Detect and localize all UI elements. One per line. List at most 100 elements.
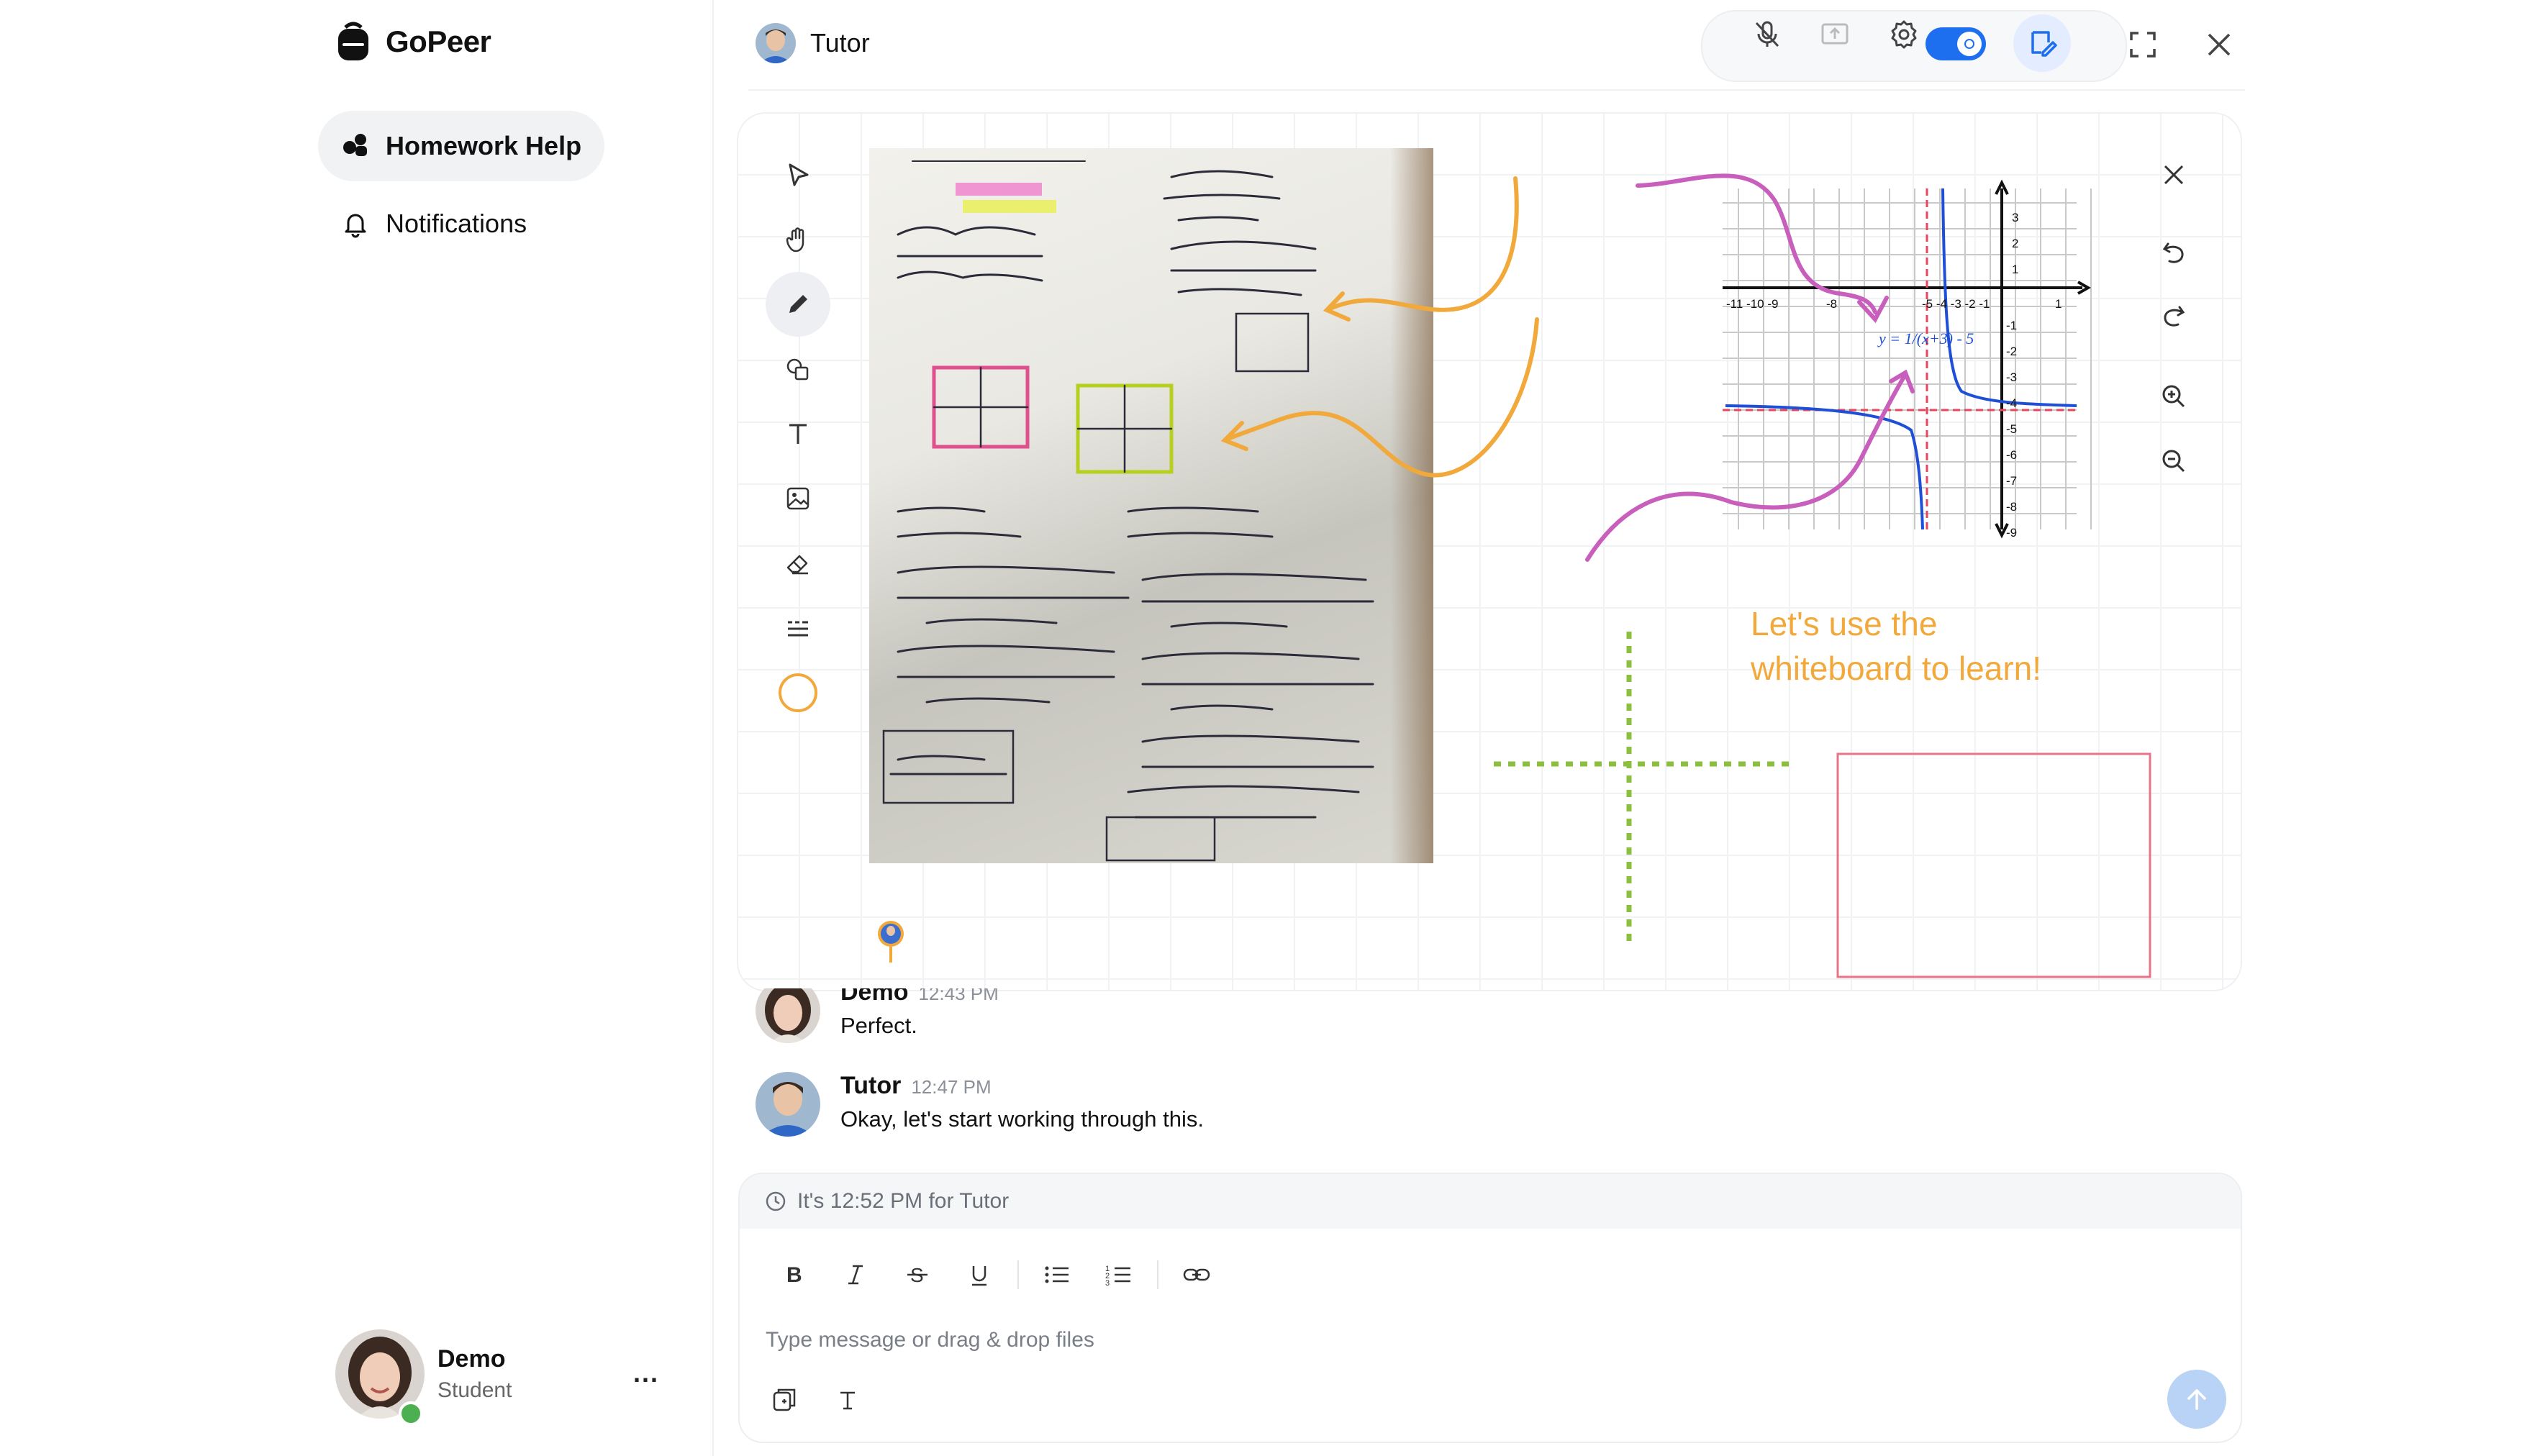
eraser-tool[interactable] — [766, 531, 830, 596]
toolbar-divider — [1157, 1260, 1158, 1289]
hand-pan-icon — [786, 227, 804, 252]
attach-file-icon — [773, 1388, 796, 1411]
toolbar-divider — [1017, 1260, 1019, 1289]
more-options-button[interactable]: ... — [633, 1358, 659, 1388]
close-session-button[interactable] — [2199, 24, 2239, 65]
image-tool[interactable] — [766, 466, 830, 531]
strikethrough-button[interactable]: S — [886, 1246, 948, 1303]
chat-bubbles-icon — [343, 134, 367, 156]
pencil-icon — [789, 295, 807, 313]
color-picker-tool[interactable] — [766, 660, 830, 725]
user-profile[interactable]: Demo Student ... — [335, 1329, 681, 1426]
svg-text:-9: -9 — [2006, 526, 2017, 540]
zoom-in-icon — [2162, 385, 2185, 408]
bold-icon: B — [786, 1263, 802, 1287]
share-screen-button[interactable] — [1816, 16, 1854, 53]
app-logo[interactable]: GoPeer — [335, 22, 491, 62]
message-text: Okay, let's start working through this. — [840, 1106, 1204, 1132]
message-input[interactable] — [764, 1318, 2134, 1362]
whiteboard-icon — [2031, 31, 2057, 57]
text-format-icon — [840, 1391, 855, 1410]
svg-text:2: 2 — [2012, 237, 2018, 250]
italic-button[interactable] — [825, 1246, 886, 1303]
tutor-chip[interactable]: Tutor — [756, 23, 870, 63]
bullet-list-icon — [1045, 1266, 1069, 1283]
sidebar-item-label: Homework Help — [386, 131, 582, 160]
svg-text:-6: -6 — [2006, 448, 2017, 462]
whiteboard-canvas[interactable]: y = 1/(x+3) - 5 -11 -10 -9 -8 -5 -4 -3 -2 … — [737, 112, 2242, 991]
shapes-tool[interactable] — [766, 337, 830, 401]
whiteboard-button[interactable] — [2013, 14, 2071, 72]
backpack-logo-icon — [338, 22, 368, 60]
bullet-list-button[interactable] — [1026, 1246, 1088, 1303]
send-button[interactable] — [2167, 1370, 2226, 1429]
tutor-cursor — [878, 921, 904, 963]
pencil-tool[interactable] — [766, 272, 830, 337]
mic-off-icon — [1755, 21, 1779, 47]
function-graph: y = 1/(x+3) - 5 -11 -10 -9 -8 -5 -4 -3 -2 … — [1723, 179, 2092, 540]
sidebar-item-homework-help[interactable]: Homework Help — [318, 111, 605, 181]
bell-icon — [345, 214, 366, 238]
color-circle-icon — [779, 673, 817, 712]
redo-button[interactable] — [2141, 283, 2206, 348]
message-time: 12:47 PM — [911, 1076, 992, 1098]
link-icon — [1183, 1268, 1210, 1281]
svg-text:-5 -4 -3 -2 -1: -5 -4 -3 -2 -1 — [1922, 297, 1990, 311]
settings-button[interactable] — [1885, 16, 1923, 53]
numbered-list-button[interactable]: 123 — [1088, 1246, 1150, 1303]
underline-button[interactable] — [948, 1246, 1010, 1303]
message-author: Tutor 12:47 PM — [840, 1072, 992, 1099]
close-whiteboard-button[interactable] — [2141, 142, 2206, 207]
redo-icon — [2164, 306, 2185, 327]
text-format-button[interactable] — [825, 1377, 871, 1423]
svg-text:-8: -8 — [1826, 297, 1837, 311]
underline-icon — [972, 1266, 986, 1286]
image-tool-icon — [786, 487, 809, 510]
line-style-tool[interactable] — [766, 596, 830, 660]
composer-bottom-toolbar — [761, 1377, 871, 1423]
session-header: Tutor — [748, 0, 2245, 91]
select-tool[interactable] — [766, 142, 830, 207]
svg-text:1: 1 — [2055, 297, 2062, 311]
note-line-2: whiteboard to learn! — [1751, 650, 2042, 687]
session-title: Tutor — [810, 28, 870, 58]
link-button[interactable] — [1166, 1246, 1228, 1303]
zoom-in-button[interactable] — [2141, 364, 2206, 429]
svg-text:-7: -7 — [2006, 474, 2017, 488]
mute-button[interactable] — [1748, 16, 1786, 53]
sidebar-item-label: Notifications — [386, 209, 527, 238]
toggle-knob — [1957, 32, 1982, 56]
share-screen-icon — [1821, 23, 1849, 45]
whiteboard-text-note[interactable]: Let's use the whiteboard to learn! — [1751, 601, 2041, 691]
zoom-out-icon — [2162, 450, 2185, 473]
fullscreen-button[interactable] — [2123, 24, 2163, 65]
close-icon — [2164, 165, 2184, 185]
settings-icon — [1891, 20, 1917, 49]
svg-text:-8: -8 — [2006, 500, 2017, 514]
sidebar-item-notifications[interactable]: Notifications — [318, 188, 550, 259]
sidebar: GoPeer Homework Help Notifications Demo — [0, 0, 714, 1456]
message-composer: It's 12:52 PM for Tutor B S 123 — [738, 1173, 2242, 1443]
svg-text:-1: -1 — [2006, 319, 2017, 332]
numbered-list-icon: 123 — [1105, 1265, 1130, 1288]
whiteboard-toggle-switch[interactable] — [1926, 27, 1986, 60]
italic-icon — [848, 1265, 863, 1285]
select-arrow-icon — [789, 163, 809, 186]
undo-button[interactable] — [2141, 220, 2206, 285]
svg-text:3: 3 — [1105, 1279, 1110, 1288]
avatar — [756, 23, 796, 63]
message-author: Demo 12:43 PM — [840, 988, 999, 1006]
message-text: Perfect. — [840, 1013, 917, 1038]
svg-text:-3: -3 — [2006, 370, 2017, 384]
pan-tool[interactable] — [766, 207, 830, 272]
shapes-icon — [786, 358, 809, 381]
svg-text:-4: -4 — [2006, 396, 2017, 410]
attach-file-button[interactable] — [761, 1377, 807, 1423]
text-tool[interactable] — [766, 401, 830, 466]
message-time: 12:43 PM — [918, 988, 999, 1004]
graph-equation-label: y = 1/(x+3) - 5 — [1877, 329, 1974, 347]
avatar — [756, 1072, 820, 1137]
bold-button[interactable]: B — [763, 1246, 825, 1303]
zoom-out-button[interactable] — [2141, 429, 2206, 493]
app-name: GoPeer — [386, 24, 491, 58]
